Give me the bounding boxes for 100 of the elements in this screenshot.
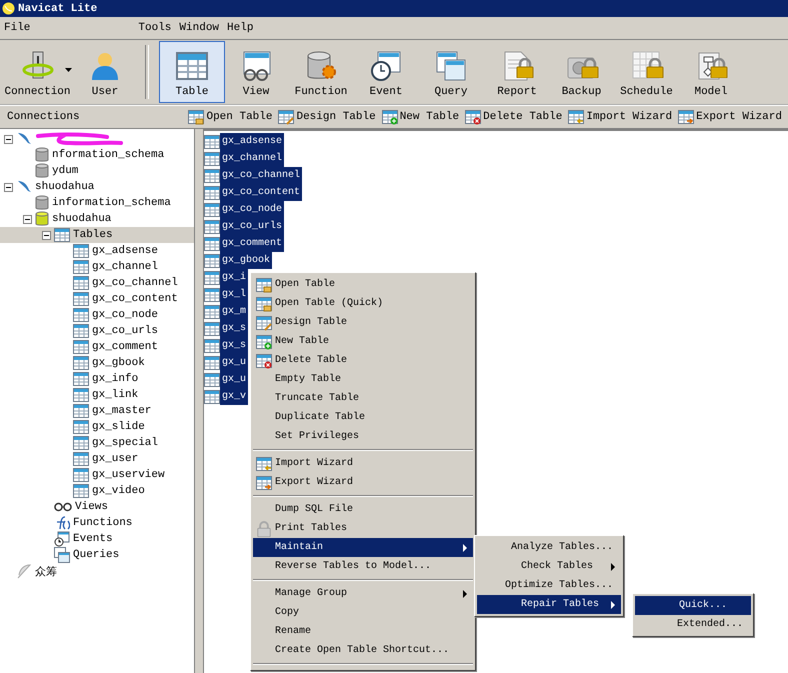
toolbar-button[interactable]: Schedule	[614, 41, 679, 103]
tree-item[interactable]: gx_gbook	[0, 355, 194, 371]
tree-item[interactable]: gx_channel	[0, 259, 194, 275]
tree-item[interactable]: gx_co_node	[0, 307, 194, 323]
tree-item[interactable]: Events	[0, 531, 194, 547]
table-item[interactable]: gx_adsense	[220, 133, 284, 150]
table-item[interactable]: gx_i	[220, 269, 248, 286]
table-icon	[256, 276, 272, 292]
toolbar-button[interactable]: Table	[159, 41, 225, 103]
toolbar-button[interactable]: Query	[417, 41, 485, 103]
menu-item[interactable]: Manage Group	[253, 584, 473, 603]
tree-item[interactable]: nformation_schema	[0, 147, 194, 163]
menu-item[interactable]: Duplicate Table	[253, 408, 473, 427]
table-item[interactable]: gx_v	[220, 388, 248, 405]
collapse-icon[interactable]	[4, 182, 13, 192]
table-item[interactable]: gx_co_channel	[220, 167, 302, 184]
collapse-icon[interactable]	[42, 230, 51, 240]
menu-item[interactable]: Export Wizard	[253, 473, 473, 492]
toolbar-button[interactable]: Event	[355, 41, 417, 103]
tree-item[interactable]: information_schema	[0, 195, 194, 211]
table-item[interactable]: gx_u	[220, 354, 248, 371]
toolbar-action[interactable]: New Table	[382, 109, 460, 125]
tree-item[interactable]: gx_co_urls	[0, 323, 194, 339]
menu-item[interactable]: Design Table	[253, 313, 473, 332]
menu-item[interactable]: Import Wizard	[253, 454, 473, 473]
table-item[interactable]: gx_gbook	[220, 252, 272, 269]
table-item[interactable]: gx_comment	[220, 235, 284, 252]
toolbar-action[interactable]: Delete Table	[465, 109, 562, 125]
menu-item[interactable]: Rename	[253, 622, 473, 641]
toolbar-action[interactable]: Open Table	[188, 109, 272, 125]
menu-item[interactable]: Print Tables	[253, 519, 473, 538]
toolbar-button[interactable]: Backup	[549, 41, 614, 103]
toolbar-action[interactable]: Import Wizard	[568, 109, 672, 125]
collapse-icon[interactable]	[4, 134, 13, 144]
tree-item[interactable]: gx_adsense	[0, 243, 194, 259]
window-title: Navicat Lite	[18, 2, 98, 14]
table-icon	[73, 355, 89, 371]
menu-item[interactable]: Open Table (Quick)	[253, 294, 473, 313]
table-icon	[176, 50, 208, 82]
menu-item[interactable]: Copy	[253, 603, 473, 622]
toolbar-button[interactable]: Connection	[0, 41, 75, 103]
menu-item[interactable]: Reverse Tables to Model...	[253, 557, 473, 576]
collapse-icon[interactable]	[23, 214, 32, 224]
menu-item[interactable]: Dump SQL File	[253, 500, 473, 519]
table-item[interactable]: gx_co_content	[220, 184, 302, 201]
toolbar-button[interactable]: View	[225, 41, 287, 103]
tree-item[interactable]: gx_video	[0, 483, 194, 499]
tree-item[interactable]: ydum	[0, 163, 194, 179]
menu-item[interactable]: Delete Table	[253, 351, 473, 370]
menu-item[interactable]: Maintain	[253, 538, 473, 557]
menu-bar-item[interactable]: Help	[223, 22, 258, 34]
menu-item[interactable]: Extended...	[635, 615, 751, 634]
tree-item[interactable]: gx_info	[0, 371, 194, 387]
table-item[interactable]: gx_co_urls	[220, 218, 284, 235]
tree-item[interactable]: shuodahua	[0, 211, 194, 227]
table-item[interactable]: gx_co_node	[220, 201, 284, 218]
table-item[interactable]: gx_s	[220, 337, 248, 354]
table-item[interactable]: gx_s	[220, 320, 248, 337]
menu-item[interactable]: Quick...	[635, 596, 751, 615]
toolbar-action[interactable]: Design Table	[278, 109, 376, 125]
tree-item[interactable]: gx_userview	[0, 467, 194, 483]
menu-item[interactable]: Empty Table	[253, 370, 473, 389]
tree-item[interactable]: gx_special	[0, 435, 194, 451]
menu-item[interactable]: Truncate Table	[253, 389, 473, 408]
tree-item[interactable]: gx_slide	[0, 419, 194, 435]
function-icon	[54, 516, 70, 530]
menu-item[interactable]: Open Table	[253, 275, 473, 294]
toolbar-button[interactable]: User	[75, 41, 135, 103]
tree-item[interactable]: gx_co_channel	[0, 275, 194, 291]
tree-item[interactable]: gx_master	[0, 403, 194, 419]
menu-bar-item[interactable]: Window	[175, 22, 224, 34]
toolbar-button[interactable]: Model	[679, 41, 743, 103]
table-item[interactable]: gx_u	[220, 371, 248, 388]
menu-bar-item[interactable]: Tools	[134, 22, 176, 34]
tree-item[interactable]: gx_co_content	[0, 291, 194, 307]
tree-item[interactable]: gx_comment	[0, 339, 194, 355]
table-item[interactable]: gx_m	[220, 303, 248, 320]
tree-item[interactable]: shuodahua	[0, 179, 194, 195]
tree-item[interactable]: Views	[0, 499, 194, 515]
tree-item[interactable]: gx_link	[0, 387, 194, 403]
tree-item[interactable]: 众筹	[0, 563, 194, 579]
table-item[interactable]: gx_l	[220, 286, 248, 303]
table-item[interactable]: gx_channel	[220, 150, 284, 167]
menu-item[interactable]: Analyze Tables...	[477, 538, 621, 557]
menu-item[interactable]: Optimize Tables...	[477, 576, 621, 595]
tree-item[interactable]: gx_user	[0, 451, 194, 467]
menu-item[interactable]: Repair Tables	[477, 595, 621, 614]
toolbar-action[interactable]: Export Wizard	[678, 109, 782, 125]
tree-item[interactable]: Tables	[0, 227, 194, 243]
tree-item[interactable]: Functions	[0, 515, 194, 531]
toolbar-button[interactable]: Report	[485, 41, 549, 103]
tree-item[interactable]: Queries	[0, 547, 194, 563]
menu-bar-item[interactable]: File	[0, 22, 34, 34]
table-icon	[73, 259, 89, 275]
toolbar-button[interactable]: Function	[287, 41, 355, 103]
menu-item[interactable]: Set Privileges	[253, 427, 473, 446]
menu-item[interactable]: New Table	[253, 332, 473, 351]
table-icon	[73, 291, 89, 307]
menu-item[interactable]: Check Tables	[477, 557, 621, 576]
menu-item[interactable]: Create Open Table Shortcut...	[253, 641, 473, 660]
